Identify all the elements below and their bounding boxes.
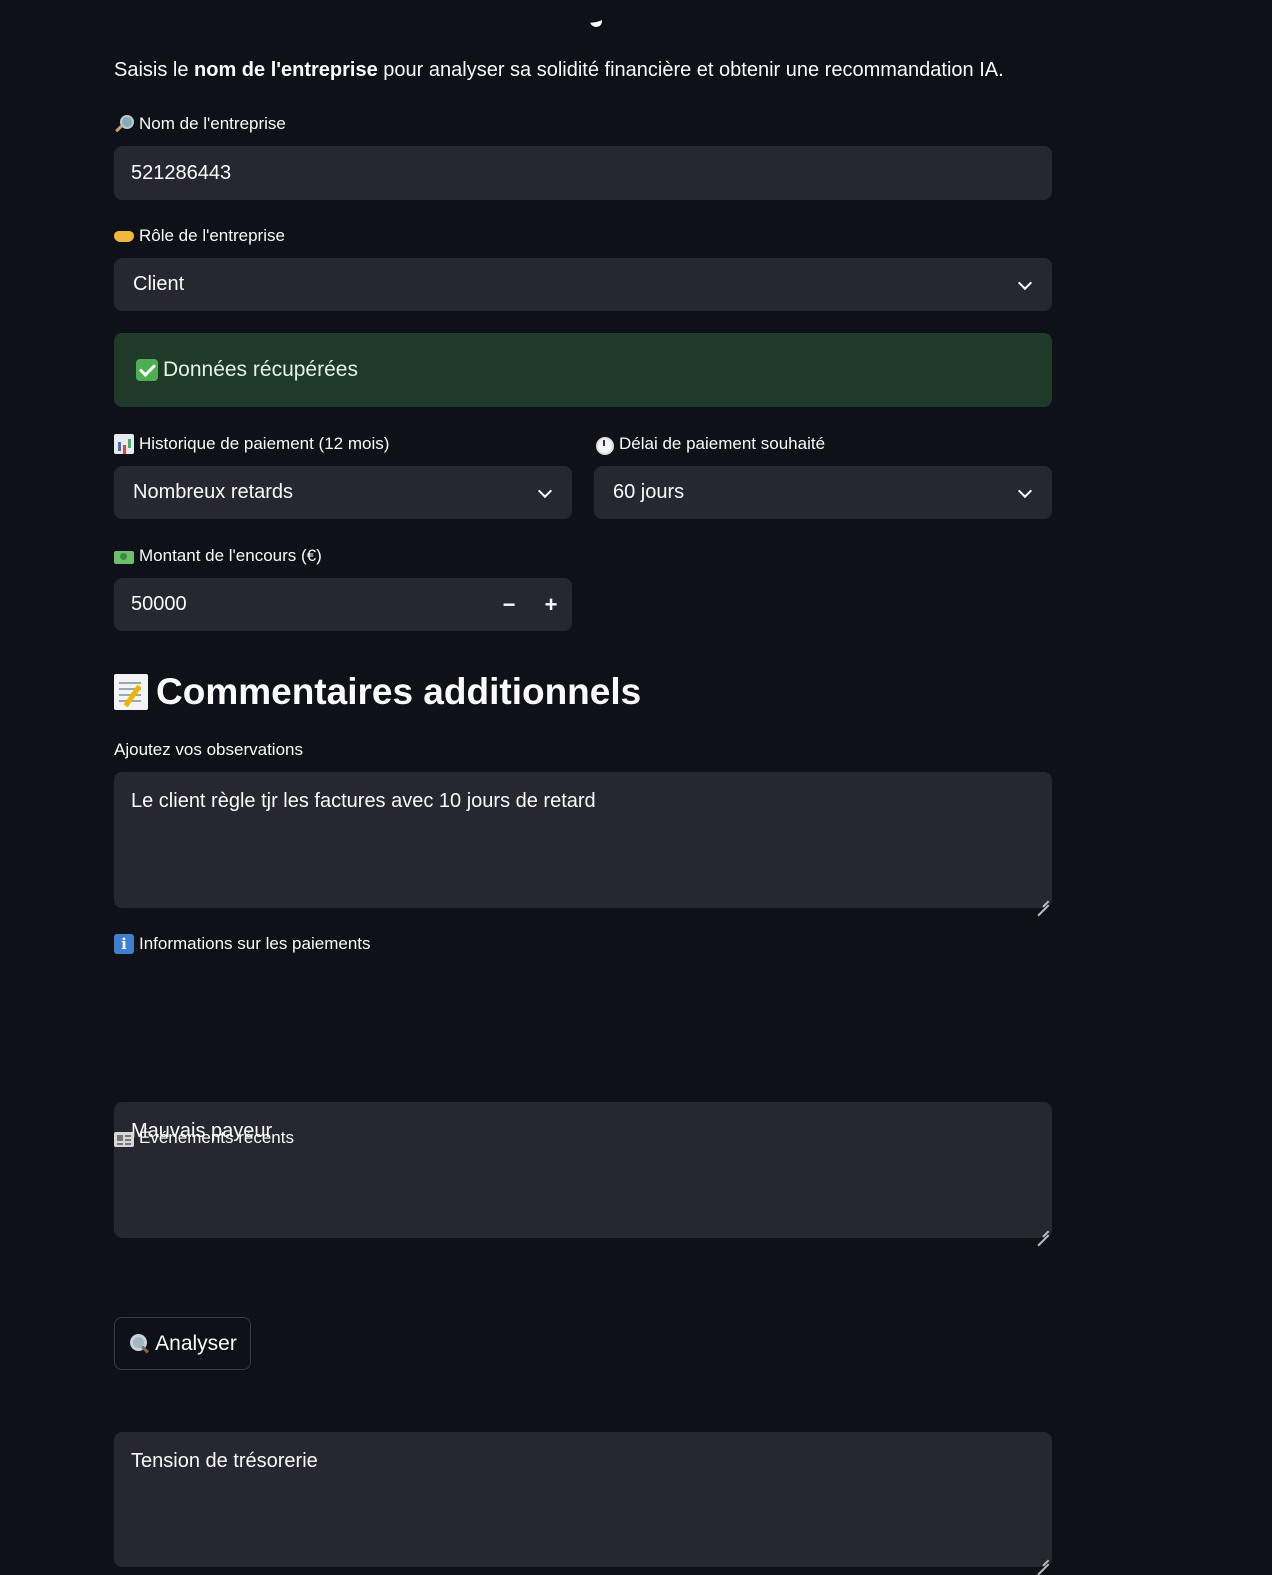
resize-handle[interactable] (1037, 1552, 1049, 1564)
resize-handle[interactable] (1037, 893, 1049, 905)
company-role-select[interactable]: Client (114, 258, 1052, 311)
stopwatch-icon (594, 434, 614, 455)
recent-events-textarea[interactable]: Tension de trésorerie (114, 1432, 1052, 1567)
info-icon (114, 934, 134, 954)
company-name-input[interactable]: 521286443 (114, 146, 1052, 200)
newspaper-icon (114, 1131, 134, 1147)
recent-events-label: Événements récents (114, 1126, 294, 1150)
outstanding-amount-label: Montant de l'encours (€) (114, 544, 322, 568)
status-success-alert: Données récupérées (114, 333, 1052, 407)
magnifier-icon (114, 114, 134, 134)
payment-delay-select[interactable]: 60 jours (594, 466, 1052, 519)
decrement-button[interactable]: − (488, 579, 530, 631)
payments-info-label: Informations sur les paiements (114, 932, 371, 956)
bar-chart-icon (114, 434, 134, 454)
increment-button[interactable]: + (530, 579, 572, 631)
payment-history-label: Historique de paiement (12 mois) (114, 432, 389, 456)
handshake-icon (114, 226, 134, 246)
chevron-down-icon (1018, 278, 1032, 292)
intro-text: Saisis le nom de l'entreprise pour analy… (114, 59, 1004, 81)
chevron-down-icon (538, 486, 552, 500)
analyze-button[interactable]: Analyser (114, 1317, 251, 1370)
memo-icon (114, 674, 148, 710)
page-title-fragment (590, 0, 604, 28)
observations-textarea[interactable]: Le client règle tjr les factures avec 10… (114, 772, 1052, 908)
payment-delay-label: Délai de paiement souhaité (594, 432, 825, 456)
resize-handle[interactable] (1037, 1223, 1049, 1235)
payments-info-textarea[interactable]: Mauvais payeur (114, 1102, 1052, 1238)
chevron-down-icon (1018, 486, 1032, 500)
check-icon (136, 359, 158, 381)
comments-heading: Commentaires additionnels (114, 668, 641, 716)
banknote-icon (114, 551, 134, 564)
observations-label: Ajoutez vos observations (114, 740, 303, 759)
outstanding-amount-input[interactable]: 50000 − + (114, 578, 572, 631)
search-icon (128, 1333, 150, 1355)
analyze-button-label: Analyser (155, 1331, 237, 1355)
company-role-label: Rôle de l'entreprise (114, 224, 285, 248)
payment-history-select[interactable]: Nombreux retards (114, 466, 572, 519)
company-name-label: Nom de l'entreprise (114, 112, 286, 136)
